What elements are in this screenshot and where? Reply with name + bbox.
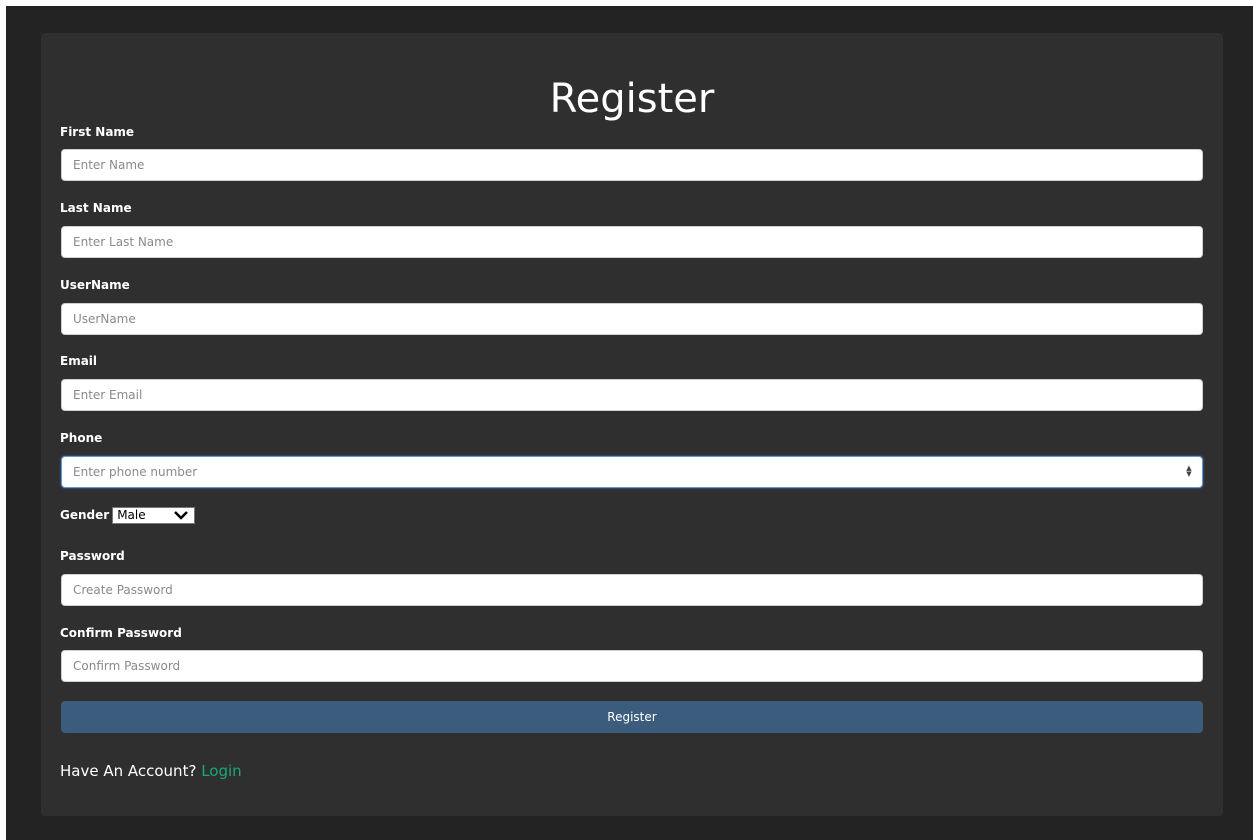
first-name-input[interactable]	[61, 149, 1203, 181]
last-name-input[interactable]	[61, 226, 1203, 258]
phone-field-wrapper: ▲▼	[61, 456, 1203, 488]
page-title: Register	[549, 76, 715, 122]
login-link[interactable]: Login	[201, 762, 241, 780]
confirm-password-input[interactable]	[61, 650, 1203, 682]
gender-select[interactable]: Male	[112, 506, 196, 524]
first-name-label: First Name	[60, 125, 135, 139]
register-button[interactable]: Register	[61, 701, 1203, 733]
email-input[interactable]	[61, 379, 1203, 411]
gender-row: Gender Male	[60, 506, 196, 524]
gender-selected-value: Male	[117, 508, 146, 522]
username-input[interactable]	[61, 303, 1203, 335]
username-label: UserName	[60, 278, 130, 292]
account-prompt-row: Have An Account? Login	[60, 762, 242, 780]
register-card: Register First Name Last Name UserName E…	[41, 33, 1223, 816]
account-prompt-text: Have An Account?	[60, 762, 197, 780]
password-label: Password	[60, 549, 125, 563]
password-input[interactable]	[61, 574, 1203, 606]
page-background: Register First Name Last Name UserName E…	[6, 6, 1253, 840]
gender-label: Gender	[60, 508, 110, 522]
confirm-password-label: Confirm Password	[60, 626, 182, 640]
chevron-down-icon	[174, 511, 189, 520]
spinner-icon[interactable]: ▲ ▼	[1185, 465, 1193, 478]
last-name-label: Last Name	[60, 201, 132, 215]
phone-label: Phone	[60, 431, 103, 445]
email-label: Email	[60, 354, 98, 368]
phone-input[interactable]	[61, 456, 1203, 488]
